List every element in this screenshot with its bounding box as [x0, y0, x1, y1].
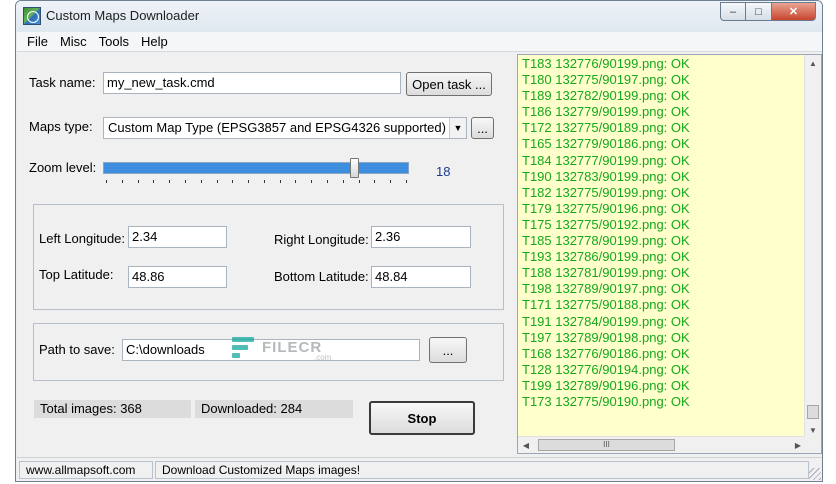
maps-type-more-button[interactable]: ...	[471, 117, 494, 139]
window-title: Custom Maps Downloader	[46, 8, 200, 23]
menu-help[interactable]: Help	[141, 34, 168, 49]
zoom-tick	[169, 180, 170, 183]
status-website: www.allmapsoft.com	[19, 461, 153, 479]
zoom-tick	[232, 180, 233, 183]
zoom-tick	[153, 180, 154, 183]
task-name-label: Task name:	[29, 75, 96, 90]
zoom-tick	[343, 180, 344, 183]
zoom-tick	[327, 180, 328, 183]
filecr-watermark: FILECR .com	[232, 335, 331, 362]
left-longitude-input[interactable]: 2.34	[128, 226, 227, 248]
zoom-tick	[295, 180, 296, 183]
log-vscroll-thumb[interactable]	[807, 405, 819, 419]
zoom-tick	[138, 180, 139, 183]
log-line: T188 132781/90199.png: OK	[522, 265, 690, 281]
zoom-tick	[122, 180, 123, 183]
log-line: T184 132777/90199.png: OK	[522, 152, 690, 168]
zoom-tick	[311, 180, 312, 183]
resize-grip-icon[interactable]	[809, 468, 821, 480]
log-line: T175 132775/90192.png: OK	[522, 216, 690, 232]
zoom-tick	[280, 180, 281, 183]
coordinates-group	[33, 204, 504, 310]
chevron-down-icon[interactable]: ▼	[449, 118, 466, 138]
app-globe-icon	[23, 7, 41, 25]
log-line: T182 132775/90199.png: OK	[522, 184, 690, 200]
log-horizontal-scrollbar[interactable]: ◀ III ▶	[518, 436, 806, 453]
zoom-tick	[374, 180, 375, 183]
path-browse-button[interactable]: ...	[429, 337, 467, 363]
log-line: T179 132775/90196.png: OK	[522, 200, 690, 216]
open-task-button[interactable]: Open task ...	[406, 72, 492, 96]
log-line: T180 132775/90197.png: OK	[522, 72, 690, 88]
zoom-level-label: Zoom level:	[29, 160, 97, 175]
log-hscroll-thumb[interactable]: III	[538, 439, 675, 451]
log-line: T191 132784/90199.png: OK	[522, 313, 690, 329]
top-latitude-input[interactable]: 48.86	[128, 266, 227, 288]
maps-type-selected: Custom Map Type (EPSG3857 and EPSG4326 s…	[108, 120, 446, 135]
zoom-tick	[264, 180, 265, 183]
zoom-tick	[406, 180, 407, 183]
zoom-tick	[359, 180, 360, 183]
log-line: T128 132776/90194.png: OK	[522, 361, 690, 377]
menu-file[interactable]: File	[27, 34, 48, 49]
bottom-latitude-input[interactable]: 48.84	[371, 266, 471, 288]
left-longitude-label: Left Longitude:	[39, 231, 126, 246]
log-line: T199 132789/90196.png: OK	[522, 377, 690, 393]
minimize-button[interactable]: –	[720, 2, 746, 21]
top-latitude-label: Top Latitude:	[39, 267, 114, 282]
bottom-latitude-label: Bottom Latitude:	[274, 269, 369, 284]
watermark-sub: .com	[314, 353, 332, 362]
log-line: T193 132786/90199.png: OK	[522, 249, 690, 265]
path-to-save-label: Path to save:	[39, 342, 115, 357]
log-line: T172 132775/90189.png: OK	[522, 120, 690, 136]
zoom-tick	[390, 180, 391, 183]
scroll-left-icon[interactable]: ◀	[518, 437, 534, 453]
zoom-tick	[248, 180, 249, 183]
caption-buttons: – □ ✕	[720, 2, 816, 21]
status-message: Download Customized Maps images!	[155, 461, 809, 479]
log-line: T171 132775/90188.png: OK	[522, 297, 690, 313]
log-line: T198 132789/90197.png: OK	[522, 281, 690, 297]
scroll-up-icon[interactable]: ▲	[805, 55, 821, 71]
download-log[interactable]: T183 132776/90199.png: OK T180 132775/901…	[517, 54, 822, 454]
zoom-tick	[201, 180, 202, 183]
maximize-button[interactable]: □	[746, 2, 772, 21]
close-button[interactable]: ✕	[772, 2, 816, 21]
app-window: Custom Maps Downloader – □ ✕ File Misc T…	[15, 0, 823, 482]
log-line: T197 132789/90198.png: OK	[522, 329, 690, 345]
menu-tools[interactable]: Tools	[99, 34, 129, 49]
client-area: Task name: my_new_task.cmd Open task ...…	[17, 52, 822, 457]
zoom-level-value: 18	[436, 164, 451, 179]
zoom-tick	[185, 180, 186, 183]
zoom-tick	[106, 180, 107, 183]
menu-bar: File Misc Tools Help	[17, 32, 822, 52]
log-line: T173 132775/90190.png: OK	[522, 393, 690, 409]
log-vertical-scrollbar[interactable]: ▲ ▼	[804, 55, 821, 438]
maps-type-select[interactable]: Custom Map Type (EPSG3857 and EPSG4326 s…	[103, 117, 467, 139]
zoom-slider[interactable]	[103, 156, 409, 190]
title-bar: Custom Maps Downloader – □ ✕	[16, 1, 822, 32]
log-line: T186 132779/90199.png: OK	[522, 104, 690, 120]
task-name-input[interactable]: my_new_task.cmd	[103, 72, 401, 94]
right-longitude-input[interactable]: 2.36	[371, 226, 471, 248]
zoom-tick	[217, 180, 218, 183]
scroll-corner	[804, 436, 821, 453]
zoom-slider-thumb[interactable]	[350, 158, 359, 178]
log-line: T183 132776/90199.png: OK	[522, 56, 690, 71]
zoom-slider-track	[103, 162, 409, 174]
stop-button[interactable]: Stop	[369, 401, 475, 435]
status-bar: www.allmapsoft.com Download Customized M…	[17, 457, 822, 481]
maps-type-label: Maps type:	[29, 119, 93, 134]
log-line: T185 132778/90199.png: OK	[522, 233, 690, 249]
total-images-counter: Total images: 368	[34, 400, 191, 418]
log-line: T189 132782/90199.png: OK	[522, 88, 690, 104]
log-line: T165 132779/90186.png: OK	[522, 136, 690, 152]
log-line: T168 132776/90186.png: OK	[522, 345, 690, 361]
menu-misc[interactable]: Misc	[60, 34, 87, 49]
right-longitude-label: Right Longitude:	[274, 232, 369, 247]
downloaded-counter: Downloaded: 284	[195, 400, 353, 418]
filecr-logo-icon	[232, 335, 258, 359]
log-line: T190 132783/90199.png: OK	[522, 168, 690, 184]
log-lines: T183 132776/90199.png: OK T180 132775/901…	[522, 56, 690, 410]
